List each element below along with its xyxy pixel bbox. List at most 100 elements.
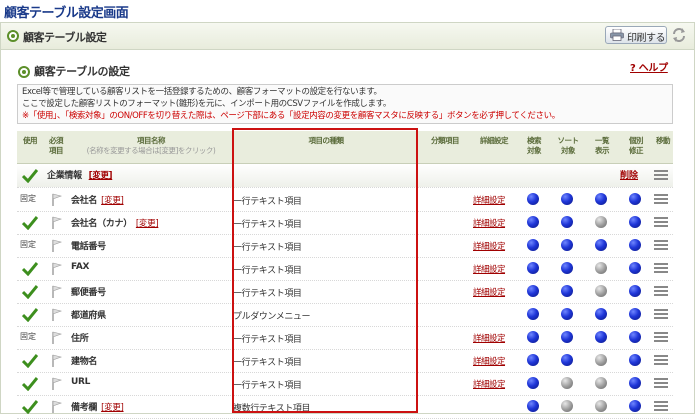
detail-link[interactable]: 詳細設定 <box>473 378 506 390</box>
table-row: FAX 一行テキスト項目 詳細設定 <box>17 257 673 281</box>
drag-handle-icon[interactable] <box>654 194 668 205</box>
list-toggle[interactable] <box>595 377 607 389</box>
drag-handle-icon[interactable] <box>654 263 668 274</box>
flag-icon <box>52 216 63 229</box>
search-toggle[interactable] <box>527 239 539 251</box>
fixed-label: 固定 <box>20 332 36 341</box>
item-name: 都道府県 <box>71 308 106 321</box>
drag-handle-icon[interactable] <box>654 309 668 320</box>
sort-toggle[interactable] <box>561 377 573 389</box>
table-row: 会社名（カナ） [変更] 一行テキスト項目 詳細設定 <box>17 211 673 235</box>
search-toggle[interactable] <box>527 216 539 228</box>
check-icon[interactable] <box>22 377 38 391</box>
print-button[interactable]: 印刷する <box>605 26 667 44</box>
search-toggle[interactable] <box>527 331 539 343</box>
change-link[interactable]: [変更] <box>101 196 124 206</box>
header-name-note: (名称を変更する場合は[変更]をクリック) <box>86 146 216 155</box>
individual-toggle[interactable] <box>629 308 641 320</box>
sort-toggle[interactable] <box>561 216 573 228</box>
item-type: 一行テキスト項目 <box>233 197 302 207</box>
help-link[interactable]: ? ヘルプ <box>630 59 668 74</box>
group-delete-link[interactable]: 削除 <box>620 168 638 181</box>
flag-icon <box>52 193 63 206</box>
search-toggle[interactable] <box>527 285 539 297</box>
search-toggle[interactable] <box>527 354 539 366</box>
drag-handle-icon[interactable] <box>654 217 668 228</box>
drag-handle-icon[interactable] <box>654 170 668 181</box>
drag-handle-icon[interactable] <box>654 401 668 412</box>
item-name-text: URL <box>71 377 91 387</box>
header-required: 必須 項目 <box>49 136 64 155</box>
item-name-text: 郵便番号 <box>71 288 106 298</box>
detail-link[interactable]: 詳細設定 <box>473 217 506 229</box>
drag-handle-icon[interactable] <box>654 378 668 389</box>
check-icon[interactable] <box>22 169 38 183</box>
list-toggle[interactable] <box>595 193 607 205</box>
item-type: 一行テキスト項目 <box>233 358 302 368</box>
change-link[interactable]: [変更] <box>101 403 124 413</box>
fixed-label: 固定 <box>20 240 36 249</box>
individual-toggle[interactable] <box>629 216 641 228</box>
drag-handle-icon[interactable] <box>654 240 668 251</box>
search-toggle[interactable] <box>527 193 539 205</box>
individual-toggle[interactable] <box>629 239 641 251</box>
sort-toggle[interactable] <box>561 308 573 320</box>
individual-toggle[interactable] <box>629 331 641 343</box>
check-icon[interactable] <box>22 354 38 368</box>
search-toggle[interactable] <box>527 400 539 412</box>
individual-toggle[interactable] <box>629 400 641 412</box>
search-toggle[interactable] <box>527 262 539 274</box>
item-name-text: 会社名 <box>71 196 98 206</box>
list-toggle[interactable] <box>595 216 607 228</box>
detail-link[interactable]: 詳細設定 <box>473 286 506 298</box>
check-icon[interactable] <box>22 262 38 276</box>
individual-toggle[interactable] <box>629 377 641 389</box>
list-toggle[interactable] <box>595 308 607 320</box>
item-type: 一行テキスト項目 <box>233 266 302 276</box>
check-icon[interactable] <box>22 216 38 230</box>
group-label: 企業情報 [変更] <box>47 168 113 181</box>
flag-icon <box>52 354 63 367</box>
sort-toggle[interactable] <box>561 400 573 412</box>
detail-link[interactable]: 詳細設定 <box>473 240 506 252</box>
header-detail: 詳細設定 <box>480 136 509 145</box>
header-category: 分類項目 <box>431 136 460 145</box>
check-icon[interactable] <box>22 400 38 414</box>
check-icon[interactable] <box>22 285 38 299</box>
individual-toggle[interactable] <box>629 193 641 205</box>
detail-link[interactable]: 詳細設定 <box>473 332 506 344</box>
sort-toggle[interactable] <box>561 285 573 297</box>
list-toggle[interactable] <box>595 239 607 251</box>
drag-handle-icon[interactable] <box>654 286 668 297</box>
individual-toggle[interactable] <box>629 285 641 297</box>
list-toggle[interactable] <box>595 354 607 366</box>
drag-handle-icon[interactable] <box>654 332 668 343</box>
group-row: 企業情報 [変更] 削除 <box>17 164 673 188</box>
list-toggle[interactable] <box>595 400 607 412</box>
individual-toggle[interactable] <box>629 262 641 274</box>
table-row: 都道府県 プルダウンメニュー <box>17 303 673 327</box>
list-toggle[interactable] <box>595 331 607 343</box>
item-name-text: 都道府県 <box>71 311 106 321</box>
sort-toggle[interactable] <box>561 239 573 251</box>
individual-toggle[interactable] <box>629 354 641 366</box>
check-icon[interactable] <box>22 308 38 322</box>
list-toggle[interactable] <box>595 262 607 274</box>
sort-toggle[interactable] <box>561 354 573 366</box>
sort-toggle[interactable] <box>561 331 573 343</box>
table-row: 建物名 一行テキスト項目 詳細設定 <box>17 349 673 373</box>
group-change-link[interactable]: [変更] <box>89 171 113 181</box>
detail-link[interactable]: 詳細設定 <box>473 194 506 206</box>
search-toggle[interactable] <box>527 377 539 389</box>
info-line-2: ここで設定した顧客リストのフォーマット(雛形)を元に、インポート用のCSVファイ… <box>22 99 391 109</box>
detail-link[interactable]: 詳細設定 <box>473 355 506 367</box>
search-toggle[interactable] <box>527 308 539 320</box>
detail-link[interactable]: 詳細設定 <box>473 263 506 275</box>
change-link[interactable]: [変更] <box>136 219 159 229</box>
item-type: プルダウンメニュー <box>233 312 311 322</box>
list-toggle[interactable] <box>595 285 607 297</box>
drag-handle-icon[interactable] <box>654 355 668 366</box>
sort-toggle[interactable] <box>561 262 573 274</box>
sort-toggle[interactable] <box>561 193 573 205</box>
refresh-icon[interactable] <box>671 27 687 43</box>
